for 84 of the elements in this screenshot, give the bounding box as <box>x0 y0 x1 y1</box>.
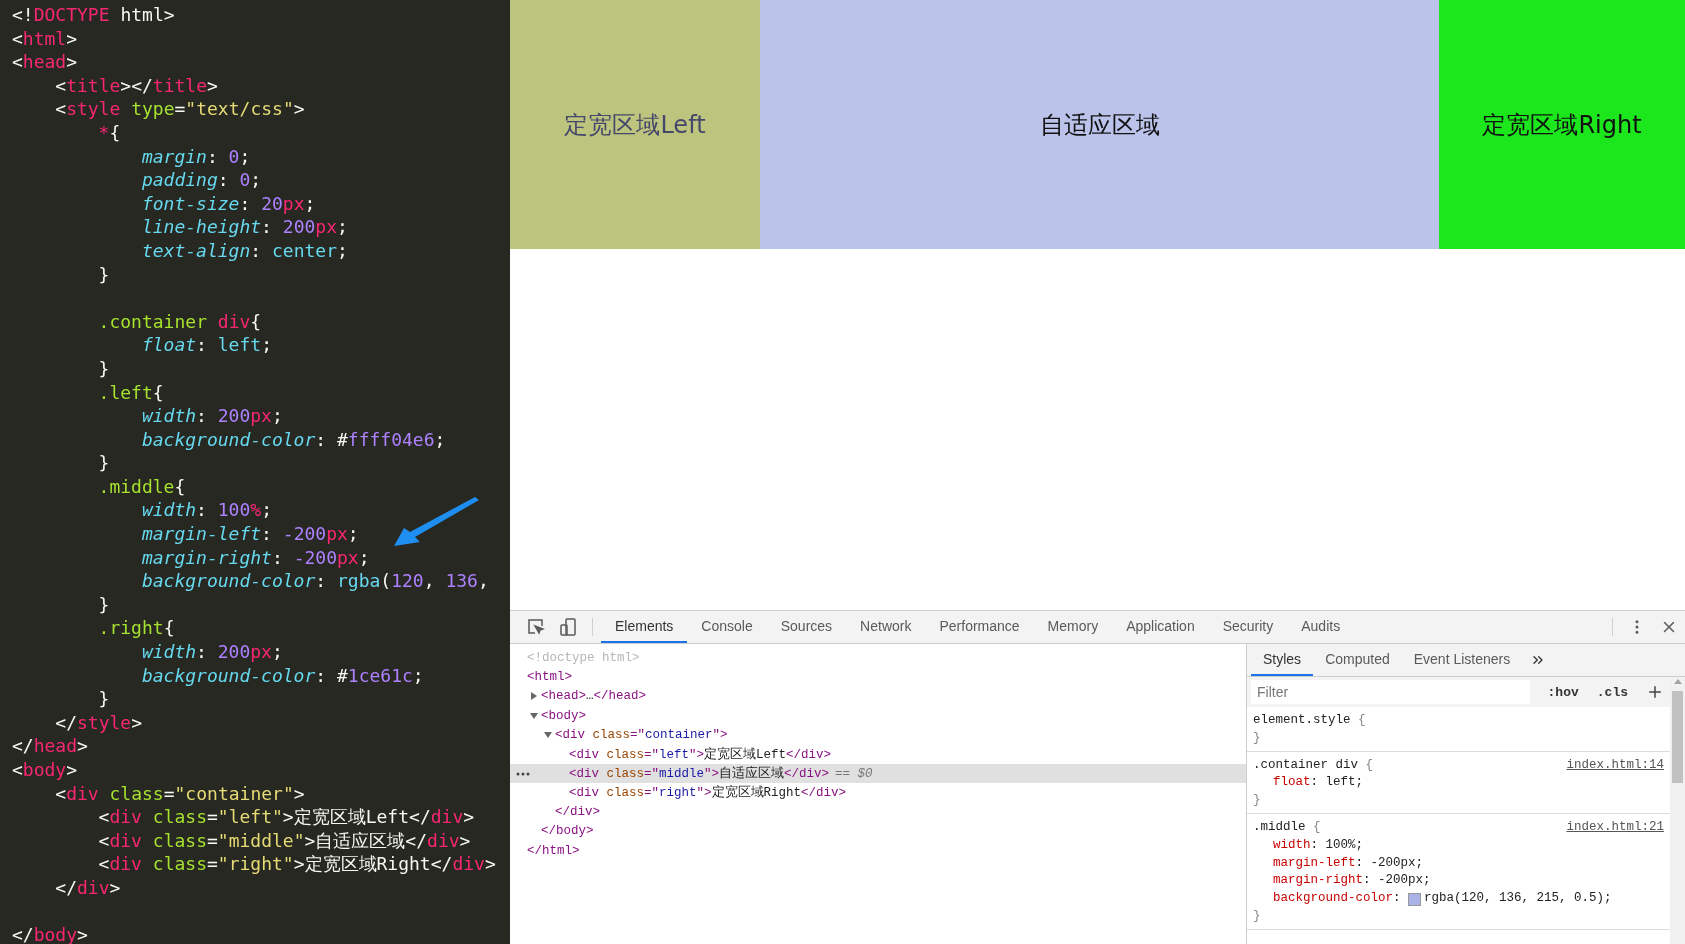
code-line: margin-right: -200px; <box>140 545 370 570</box>
code-line: <style type="text/css"> <box>54 97 305 121</box>
code-line: margin: 0; <box>140 144 251 169</box>
dom-node[interactable]: <html> <box>510 667 1246 687</box>
code-line: } <box>97 356 110 381</box>
code-line: float: left; <box>140 333 272 357</box>
code-line: } <box>97 262 110 287</box>
dom-node[interactable]: </html> <box>510 840 1246 861</box>
code-line: } <box>97 687 110 711</box>
code-line: margin-left: -200px; <box>140 522 359 546</box>
rule-selector: .middle { <box>1253 819 1321 836</box>
rule-selector: element.style { <box>1253 712 1366 729</box>
dom-node[interactable]: </div> <box>510 802 1246 822</box>
code-line: .left{ <box>97 380 164 405</box>
code-line: .middle{ <box>97 474 186 499</box>
code-line: <!DOCTYPE html> <box>12 3 175 27</box>
code-line: text-align: center; <box>140 238 348 263</box>
dom-node[interactable]: <div class="right">定宽区域Right</div> <box>510 783 1246 803</box>
code-line: background-color: #ffff04e6; <box>140 427 446 452</box>
rule-selector: .container div { <box>1253 756 1374 774</box>
devtools-tab[interactable]: Sources <box>766 611 847 643</box>
devtools-tab[interactable]: Memory <box>1033 611 1113 643</box>
code-line: </style> <box>54 710 142 735</box>
style-declaration: margin-right: -200px; <box>1272 872 1432 890</box>
more-icon[interactable] <box>516 771 530 776</box>
triangle-icon[interactable] <box>529 710 539 721</box>
devtools-tab[interactable]: Console <box>687 611 767 643</box>
code-line: .container div{ <box>97 309 262 334</box>
filter-field[interactable]: Filter <box>1251 680 1530 704</box>
code-line: width: 100%; <box>140 498 272 523</box>
styles-tab[interactable]: Computed <box>1313 644 1402 676</box>
code-line: *{ <box>97 120 121 145</box>
code-line: line-height: 200px; <box>140 215 348 239</box>
code-line: background-color: rgba(120, 136, <box>140 569 489 593</box>
code-line: </div> <box>54 875 121 900</box>
code-line: } <box>97 451 110 475</box>
code-line: } <box>97 592 110 617</box>
code-line: <div class="left">定宽区域Left</div> <box>97 805 475 829</box>
code-line: <div class="middle">自适应区域</div> <box>97 828 471 853</box>
layout-region: 定宽区域Right <box>1439 0 1685 249</box>
dom-node[interactable]: <div class="middle">自适应区域</div> == $0 <box>510 763 1246 784</box>
style-declaration: width: 100%; <box>1272 836 1365 854</box>
code-line: </body> <box>12 923 88 944</box>
scrollbar[interactable] <box>1670 677 1685 944</box>
triangle-icon[interactable] <box>543 729 553 740</box>
code-line: <div class="container"> <box>54 781 305 806</box>
code-line: <head> <box>12 50 78 74</box>
style-declaration: margin-left: -200px; <box>1272 854 1425 872</box>
style-declaration: background-color: rgba(120, 136, 215, 0.5); <box>1272 890 1613 908</box>
code-line: background-color: #1ce61c; <box>140 663 424 688</box>
triangle-icon[interactable] <box>529 691 539 702</box>
source-link[interactable]: index.html:14 <box>1566 756 1664 775</box>
style-declaration: float: left; <box>1272 774 1365 792</box>
dom-node[interactable]: <div class="container"> <box>510 725 1246 745</box>
layout-region: 定宽区域Left <box>510 0 760 249</box>
code-line: .right{ <box>97 616 175 641</box>
code-line: width: 200px; <box>140 640 283 664</box>
code-line: <div class="right">定宽区域Right</div> <box>97 852 496 876</box>
code-line: width: 200px; <box>140 404 283 428</box>
color-swatch[interactable] <box>1408 892 1422 906</box>
source-link[interactable]: index.html:21 <box>1566 819 1664 837</box>
dom-node[interactable]: <body> <box>510 705 1246 726</box>
code-line: <html> <box>12 26 78 51</box>
devtools-tab[interactable]: Network <box>846 611 926 643</box>
devtools-tab[interactable]: Performance <box>925 611 1034 643</box>
devtools-tab[interactable]: Application <box>1112 611 1209 643</box>
code-line: </head> <box>12 734 88 758</box>
toggle-button[interactable]: .cls <box>1590 684 1634 700</box>
dom-node[interactable]: <div class="left">定宽区域Left</div> <box>510 744 1246 764</box>
closing-brace: } <box>1253 730 1261 745</box>
dom-node[interactable]: </body> <box>510 821 1246 841</box>
devtools-tab[interactable]: Security <box>1208 611 1288 643</box>
code-line: <body> <box>12 758 78 782</box>
code-line: font-size: 20px; <box>140 191 316 216</box>
code-line: <title></title> <box>54 73 218 98</box>
code-line: padding: 0; <box>140 168 262 192</box>
dom-node[interactable]: <head>…</head> <box>510 686 1246 706</box>
layout-region: 自适应区域 <box>760 0 1439 249</box>
devtools-tab[interactable]: Elements <box>601 611 688 643</box>
toggle-button[interactable]: :hov <box>1541 684 1585 700</box>
closing-brace: } <box>1253 908 1261 923</box>
devtools-tab[interactable]: Audits <box>1287 611 1355 643</box>
closing-brace: } <box>1253 793 1261 808</box>
styles-tab[interactable]: Event Listeners <box>1401 644 1523 676</box>
